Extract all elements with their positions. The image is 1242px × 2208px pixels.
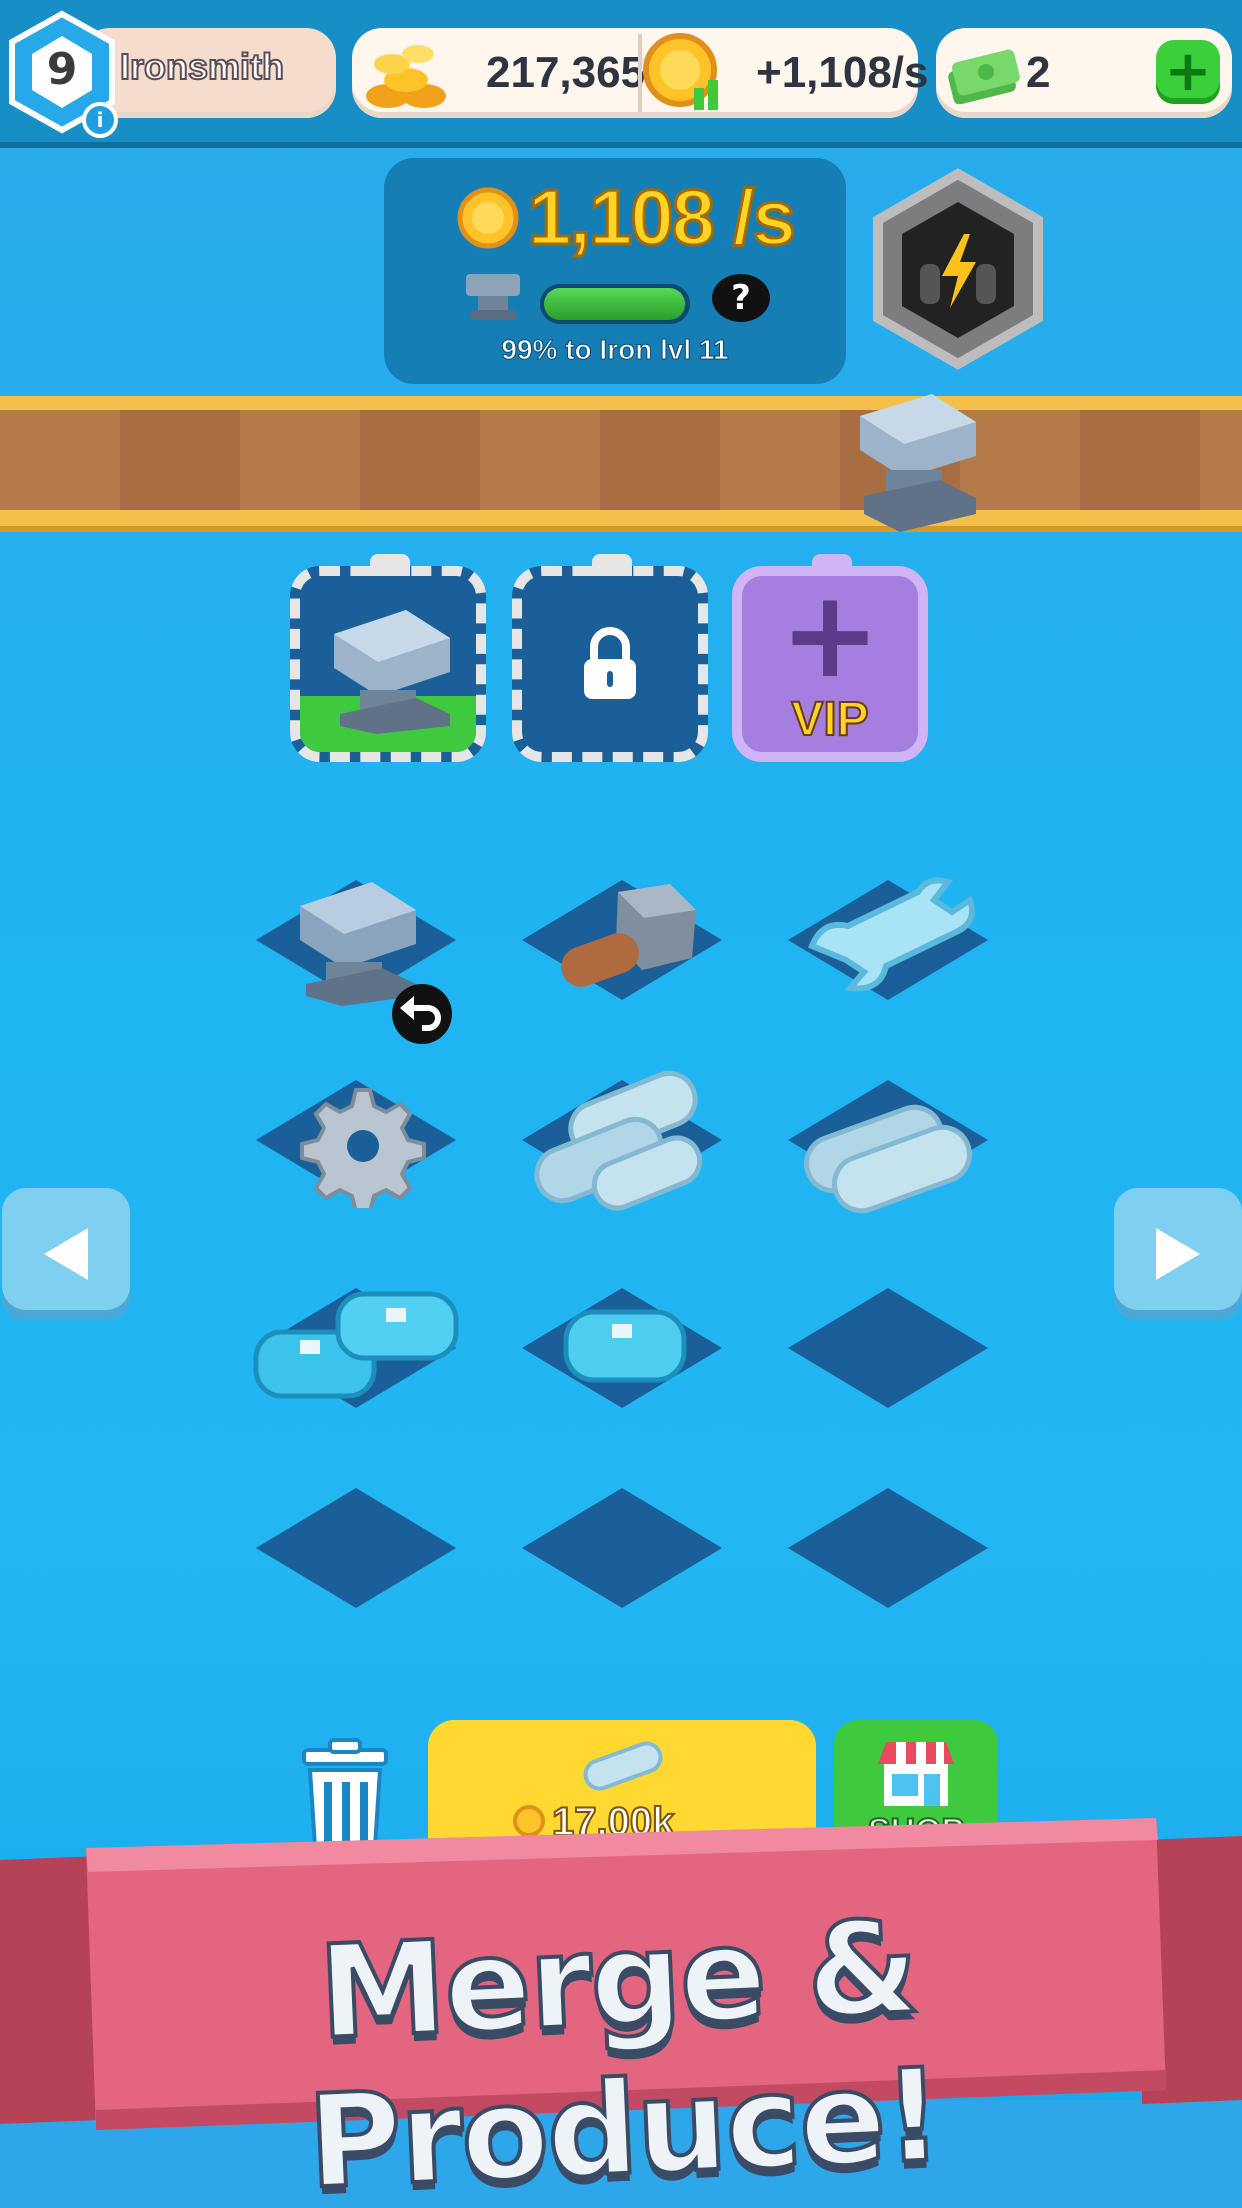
ingots-item[interactable] <box>250 1284 460 1414</box>
vip-plus-icon: + <box>779 565 881 705</box>
anvil-on-belt-icon <box>860 394 976 532</box>
pipes-item[interactable] <box>790 1070 980 1220</box>
cash-count: 2 <box>1026 48 1051 97</box>
lock-icon <box>584 627 636 699</box>
next-page-button[interactable] <box>1114 1188 1242 1320</box>
banner-title: Merge & Produce! <box>303 1891 946 2208</box>
slot-gear-tab <box>812 554 852 576</box>
conveyor-belt <box>0 396 1242 526</box>
coin-count: 217,365 <box>486 48 646 97</box>
arrow-left-icon <box>44 1228 88 1280</box>
grid-cell-empty[interactable] <box>788 1488 988 1608</box>
help-icon[interactable]: ? <box>712 274 770 322</box>
hammer-item[interactable] <box>546 876 696 1012</box>
anvil-icon <box>466 274 520 320</box>
vip-label: VIP <box>790 692 869 747</box>
undo-icon[interactable] <box>390 982 454 1046</box>
production-rate: 1,108 /s <box>527 172 798 263</box>
ingot-item[interactable] <box>560 1300 690 1390</box>
previous-page-button[interactable] <box>2 1188 130 1320</box>
pipe-icon <box>583 1741 663 1791</box>
machine-slot-locked[interactable] <box>512 554 708 762</box>
slot-gear-tab <box>592 554 632 576</box>
machine-slot-vip[interactable]: + VIP <box>732 554 928 762</box>
progress-fill <box>544 288 685 320</box>
boost-lightning-button[interactable] <box>868 168 1048 370</box>
grid-cell-empty[interactable] <box>256 1488 456 1608</box>
pipes-item[interactable] <box>522 1060 712 1220</box>
player-name: Ironsmith <box>119 45 285 88</box>
info-icon[interactable]: i <box>82 102 118 138</box>
coin-pile-icon <box>366 45 446 108</box>
wrench-item[interactable] <box>800 876 988 1016</box>
arrow-right-icon <box>1156 1228 1200 1280</box>
grid-cell-empty[interactable] <box>788 1288 988 1408</box>
income-rate: +1,108/s <box>756 48 929 97</box>
progress-label: 99% to Iron lvl 11 <box>501 334 729 366</box>
level-number: 9 <box>46 43 78 95</box>
production-progress-bar <box>540 284 690 324</box>
add-cash-button[interactable]: + <box>1156 40 1220 104</box>
coin-icon <box>457 187 519 249</box>
gear-item[interactable] <box>286 1084 426 1208</box>
income-coin-icon <box>643 33 718 110</box>
grid-cell-empty[interactable] <box>522 1488 722 1608</box>
shop-icon <box>878 1742 954 1806</box>
slot-gear-tab <box>370 554 410 576</box>
cash-icon <box>948 49 1020 104</box>
anvil-machine-icon <box>334 610 450 734</box>
machine-slot-anvil[interactable] <box>290 554 486 762</box>
